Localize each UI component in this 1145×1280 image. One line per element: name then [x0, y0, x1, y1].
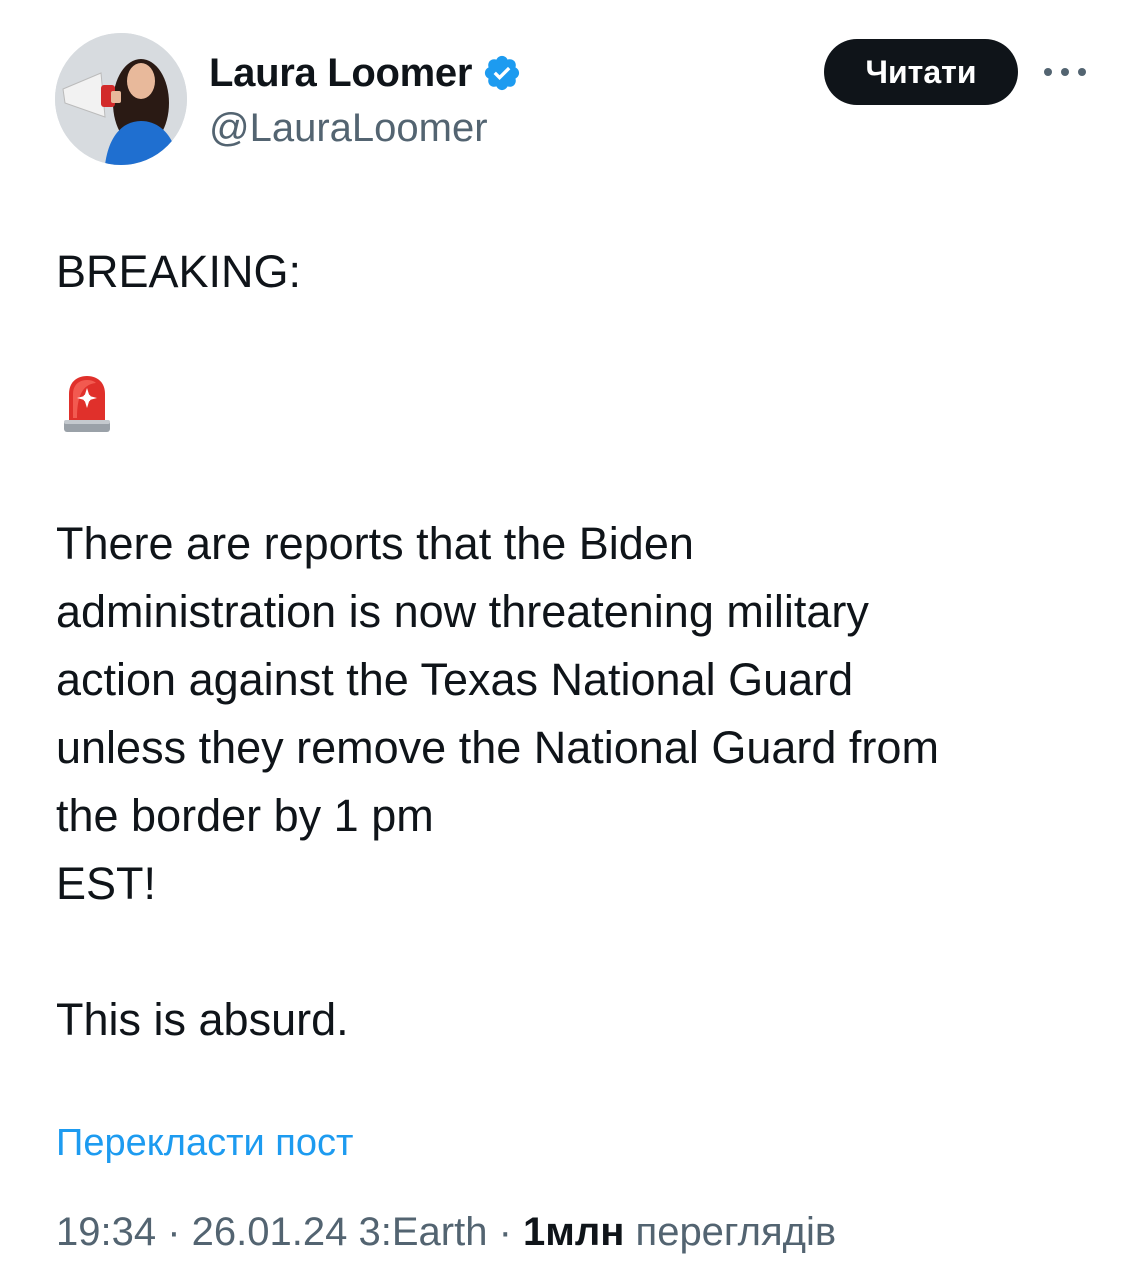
- handle[interactable]: @LauraLoomer: [209, 102, 522, 154]
- tweet-blank-line: [56, 306, 1096, 374]
- more-dot: [1044, 68, 1052, 76]
- views-count[interactable]: 1млн: [523, 1210, 624, 1254]
- author-info: Laura Loomer @LauraLoomer: [209, 48, 522, 154]
- avatar-image: [55, 33, 187, 165]
- tweet-date[interactable]: 26.01.24: [192, 1210, 348, 1254]
- views-label: переглядів: [635, 1210, 837, 1254]
- translate-post-link[interactable]: Перекласти пост: [56, 1118, 353, 1168]
- tweet-paragraph-closing: This is absurd.: [56, 994, 349, 1045]
- tweet-time[interactable]: 19:34: [56, 1210, 156, 1254]
- tweet-paragraph-main: There are reports that the Biden adminis…: [56, 518, 939, 909]
- police-car-light-icon: 🚨: [64, 376, 110, 432]
- tweet-source: 3:Earth: [358, 1210, 488, 1254]
- tweet-blank-line: [56, 918, 1096, 986]
- more-horizontal-icon[interactable]: [1044, 62, 1086, 82]
- tweet-blank-line: [56, 442, 1096, 510]
- tweet-meta: 19:34 · 26.01.24 3:Earth · 1млн перегляд…: [56, 1204, 836, 1260]
- tweet-text: BREAKING: There are reports that the Bid…: [56, 238, 1096, 1054]
- follow-button[interactable]: Читати: [824, 39, 1018, 105]
- name-row: Laura Loomer: [209, 48, 522, 98]
- more-dot: [1061, 68, 1069, 76]
- meta-separator: ·: [156, 1210, 192, 1254]
- tweet-line-breaking: BREAKING:: [56, 246, 302, 297]
- avatar[interactable]: [55, 33, 187, 165]
- tweet-emoji-line: [56, 374, 1096, 442]
- more-dot: [1078, 68, 1086, 76]
- meta-separator: ·: [487, 1210, 523, 1254]
- display-name[interactable]: Laura Loomer: [209, 48, 472, 98]
- verified-badge-icon[interactable]: [482, 53, 522, 93]
